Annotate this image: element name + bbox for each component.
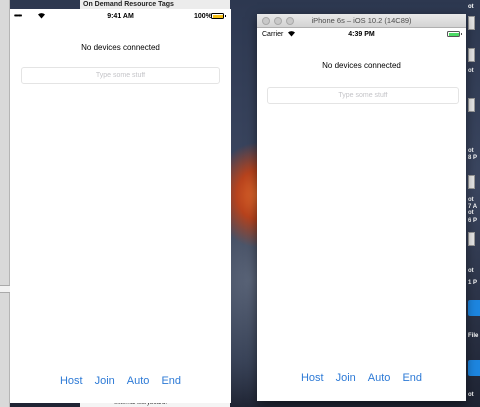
desktop-file-label[interactable]: ot	[468, 148, 474, 154]
status-time: 4:39 PM	[348, 31, 375, 38]
join-button[interactable]: Join	[95, 375, 115, 387]
connection-status-label: No devices connected	[81, 43, 160, 52]
desktop-file-label[interactable]: ot	[468, 4, 474, 10]
file-thumbnail[interactable]	[468, 175, 475, 189]
end-button[interactable]: End	[161, 375, 181, 387]
join-button[interactable]: Join	[336, 372, 356, 384]
file-thumbnail[interactable]	[468, 232, 475, 246]
battery-icon	[447, 31, 462, 37]
simulator-title: iPhone 6s – iOS 10.2 (14C89)	[311, 16, 412, 25]
desktop-file-label[interactable]: ot	[468, 268, 474, 274]
simulator-titlebar[interactable]: iPhone 6s – iOS 10.2 (14C89)	[257, 14, 466, 28]
action-button-row: Host Join Auto End	[257, 372, 466, 384]
desktop-file-label[interactable]: File	[468, 333, 478, 339]
message-input[interactable]	[21, 67, 220, 84]
desktop-file-label[interactable]: 1 P	[468, 280, 477, 286]
desktop-icons-column: ot ot ot 8 P ot 7 A ot 6 P ot 1 P File o…	[468, 0, 480, 407]
window-edge-marker	[0, 285, 10, 293]
auto-button[interactable]: Auto	[368, 372, 391, 384]
desktop-file-label[interactable]: 6 P	[468, 218, 477, 224]
host-button[interactable]: Host	[60, 375, 83, 387]
background-window-edge	[0, 0, 10, 407]
status-bar: ••••• 9:41 AM 100%	[10, 9, 231, 25]
odr-tags-label: On Demand Resource Tags	[83, 1, 174, 8]
message-input[interactable]	[267, 87, 459, 104]
end-button[interactable]: End	[402, 372, 422, 384]
status-bar: Carrier 4:39 PM	[257, 28, 466, 42]
desktop-file-label[interactable]: ot	[468, 197, 474, 203]
file-thumbnail[interactable]	[468, 98, 475, 112]
connection-status-label: No devices connected	[322, 61, 401, 70]
host-button[interactable]: Host	[301, 372, 324, 384]
desktop-file-label[interactable]: 8 P	[468, 155, 477, 161]
device-2-screen: Carrier 4:39 PM No devices connected Hos…	[257, 28, 466, 401]
battery-percentage: 100%	[194, 13, 212, 20]
action-button-row: Host Join Auto End	[10, 375, 231, 387]
file-thumbnail[interactable]	[468, 16, 475, 30]
folder-icon[interactable]	[468, 300, 480, 316]
desktop-file-label[interactable]: ot	[468, 68, 474, 74]
device-1-screen: ••••• 9:41 AM 100% No devices connected …	[10, 9, 231, 403]
folder-icon[interactable]	[468, 360, 480, 376]
simulator-window: iPhone 6s – iOS 10.2 (14C89) Carrier 4:3…	[257, 14, 466, 401]
file-thumbnail[interactable]	[468, 48, 475, 62]
desktop-file-label[interactable]: ot	[468, 210, 474, 216]
desktop-file-label[interactable]: ot	[468, 392, 474, 398]
auto-button[interactable]: Auto	[127, 375, 150, 387]
battery-icon	[211, 13, 226, 19]
